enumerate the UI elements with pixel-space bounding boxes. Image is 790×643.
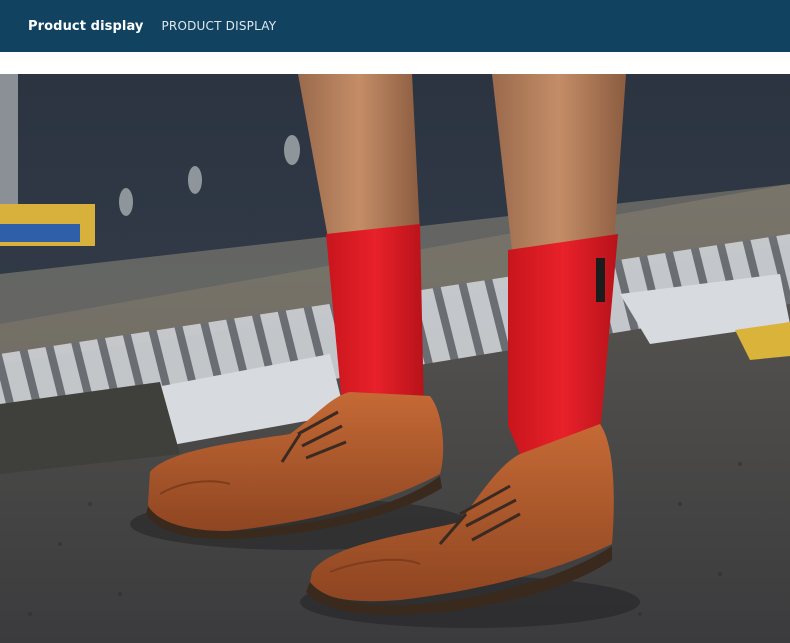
section-title: Product display xyxy=(28,18,144,34)
section-subtitle: PRODUCT DISPLAY xyxy=(161,19,277,33)
section-header: Product display PRODUCT DISPLAY xyxy=(0,0,790,52)
product-photo-illustration xyxy=(0,74,790,643)
product-photo xyxy=(0,74,790,643)
